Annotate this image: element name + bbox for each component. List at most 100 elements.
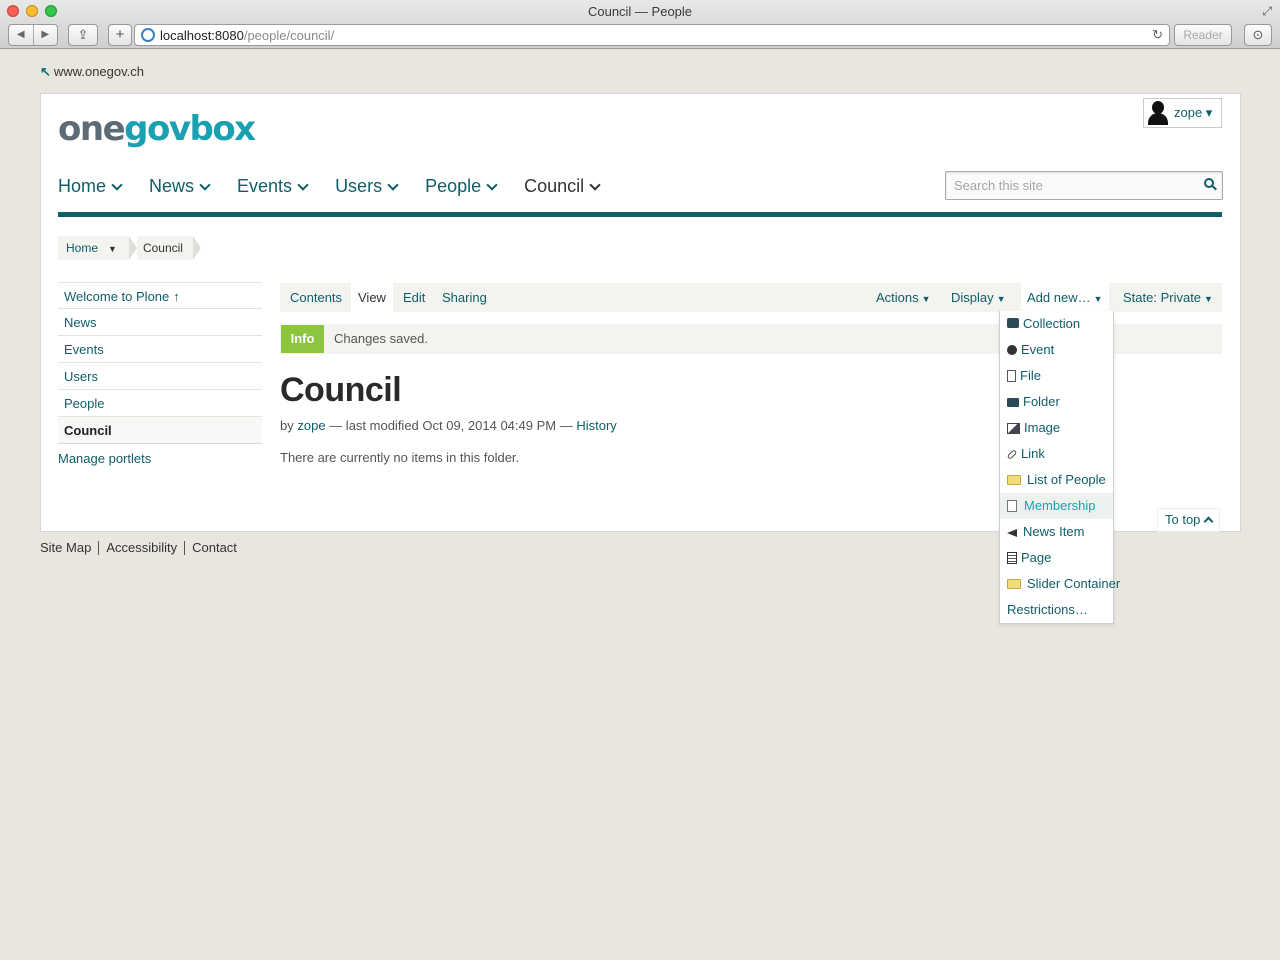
caret-down-icon: ▼ [1204,294,1213,304]
portlet-item-news[interactable]: News [58,309,262,336]
user-menu[interactable]: zope ▾ [1143,98,1222,128]
fullscreen-icon[interactable]: ⤢ [1262,4,1272,19]
tab-sharing[interactable]: Sharing [435,283,494,312]
menu-item-restrictions[interactable]: Restrictions… [1000,597,1113,623]
chevron-down-icon [297,178,309,191]
folder-yellow-icon [1007,475,1021,485]
menu-item-file[interactable]: File [1000,363,1113,389]
history-link[interactable]: History [576,418,616,433]
footer-link-sitemap[interactable]: Site Map [40,541,98,555]
menu-item-collection[interactable]: Collection [1000,311,1113,337]
breadcrumb-home-label: Home [66,241,99,255]
portal-back-link[interactable]: ↖ www.onegov.ch [40,64,144,80]
user-name: zope ▾ [1174,105,1213,120]
nav-item-users[interactable]: Users [335,176,399,197]
avatar [1148,101,1168,125]
menu-item-label: Link [1021,446,1045,461]
portlet-item-users[interactable]: Users [58,363,262,390]
menu-item-label: Slider Container [1027,576,1121,591]
last-modified: — last modified Oct 09, 2014 04:49 PM — [329,418,573,433]
chevron-down-icon [111,178,123,191]
file-icon [1007,370,1016,382]
menu-item-folder[interactable]: Folder [1000,389,1113,415]
folder-yellow-icon [1007,579,1021,589]
nav-label: Events [237,176,293,196]
portlet-item-council[interactable]: Council [58,417,262,444]
state-label: State: Private [1123,290,1202,305]
logo-part-box: box [189,109,256,149]
status-text: Changes saved. [334,331,428,346]
nav-item-news[interactable]: News [149,176,211,197]
breadcrumb: Home ▼ Council [58,236,201,260]
search-icon[interactable] [1204,178,1217,191]
add-new-label: Add new… [1027,290,1091,305]
forward-button[interactable]: ▶ [34,25,58,45]
display-label: Display [951,290,994,305]
nav-item-people[interactable]: People [425,176,498,197]
new-tab-button[interactable]: + [108,24,132,46]
reload-icon[interactable]: ↻ [1152,27,1163,43]
nav-item-council[interactable]: Council [524,176,601,197]
arrow-up-icon: ↑ [173,289,180,304]
nav-label: Council [524,176,585,196]
menu-item-label: News Item [1023,524,1085,539]
empty-folder-message: There are currently no items in this fol… [280,450,520,465]
menu-item-image[interactable]: Image [1000,415,1113,441]
menu-item-page[interactable]: Page [1000,545,1113,571]
reader-button[interactable]: Reader [1174,24,1232,46]
menu-item-membership[interactable]: Membership [1000,493,1113,519]
tab-view[interactable]: View [351,283,393,312]
author-link[interactable]: zope [297,418,325,433]
tab-contents[interactable]: Contents [283,283,349,312]
caret-down-icon: ▼ [921,294,931,304]
portlet-item-label: Welcome to Plone [64,289,170,304]
caret-down-icon[interactable]: ▼ [108,244,117,254]
portlet-item-people[interactable]: People [58,390,262,417]
menu-item-label: Collection [1023,316,1081,331]
search-input[interactable] [946,172,1186,199]
actions-menu[interactable]: Actions ▼ [870,283,937,312]
news-icon [1007,527,1019,537]
document-byline: by zope — last modified Oct 09, 2014 04:… [280,418,617,433]
chevron-down-icon [199,178,211,191]
breadcrumb-home[interactable]: Home ▼ [58,236,129,260]
menu-item-slider-container[interactable]: Slider Container [1000,571,1120,597]
add-new-menu[interactable]: Add new… ▼ [1021,283,1109,312]
display-menu[interactable]: Display ▼ [945,283,1012,312]
downloads-button[interactable]: ⊙ [1244,24,1272,46]
menu-item-news-item[interactable]: News Item [1000,519,1113,545]
manage-portlets-link[interactable]: Manage portlets [58,451,151,466]
footer-link-contact[interactable]: Contact [184,541,244,555]
breadcrumb-current: Council [136,236,193,260]
page-icon [1007,552,1017,564]
site-globe-icon [141,28,155,42]
logo-part-gov: gov [124,109,191,149]
nav-item-events[interactable]: Events [237,176,309,197]
collection-icon [1007,318,1019,328]
menu-item-label: Image [1024,420,1061,435]
menu-item-event[interactable]: Event [1000,337,1113,363]
browser-toolbar: Council — People ⤢ ◀ ▶ ⇪ + localhost:808… [0,0,1280,49]
menu-item-link[interactable]: Link [1000,441,1113,467]
back-link-label: www.onegov.ch [53,64,144,79]
status-badge: Info [281,325,324,353]
share-button[interactable]: ⇪ [68,24,98,46]
menu-item-label: File [1020,368,1041,383]
url-host: localhost:8080 [160,28,244,43]
menu-item-label: Restrictions… [1007,602,1088,617]
url-text[interactable]: localhost:8080/people/council/ [160,28,334,43]
nav-item-home[interactable]: Home [58,176,123,197]
menu-item-label: Page [1021,550,1052,565]
site-logo[interactable]: onegovbox [58,109,256,149]
link-icon [1006,448,1018,460]
address-bar[interactable]: localhost:8080/people/council/ ↻ [134,24,1170,46]
search-box [945,171,1223,200]
to-top-link[interactable]: To top [1157,508,1221,532]
portlet-item-events[interactable]: Events [58,336,262,363]
footer-link-accessibility[interactable]: Accessibility [98,541,184,555]
portlet-item-welcome[interactable]: Welcome to Plone ↑ [58,282,262,309]
back-button[interactable]: ◀ [9,25,34,45]
state-menu[interactable]: State: Private ▼ [1117,283,1219,312]
tab-edit[interactable]: Edit [396,283,432,312]
menu-item-list-of-people[interactable]: List of People [1000,467,1113,493]
